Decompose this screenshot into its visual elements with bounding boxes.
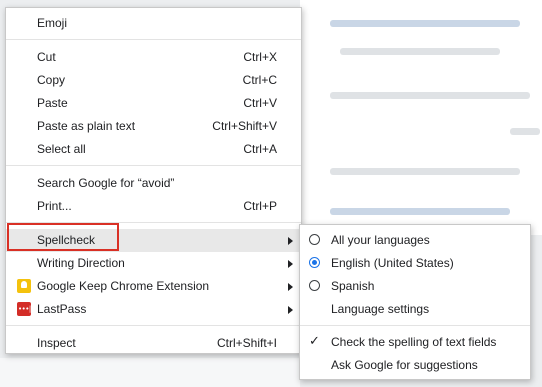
menu-item-paste-plain-text[interactable]: Paste as plain text Ctrl+Shift+V	[6, 115, 301, 138]
checkmark-icon: ✓	[309, 334, 320, 349]
menu-item-label: Google Keep Chrome Extension	[37, 279, 210, 293]
menu-item-label: Writing Direction	[37, 256, 125, 270]
menu-item-label: Check the spelling of text fields	[331, 335, 497, 349]
menu-item-shortcut: Ctrl+X	[243, 50, 277, 64]
submenu-item-language-settings[interactable]: Language settings	[300, 298, 530, 321]
submenu-arrow-icon	[288, 306, 293, 314]
background-text-line	[330, 168, 520, 175]
menu-separator	[6, 39, 301, 40]
background-text-line	[330, 20, 520, 27]
menu-item-label: Copy	[37, 73, 66, 87]
menu-item-inspect[interactable]: Inspect Ctrl+Shift+I	[6, 332, 301, 355]
spellcheck-submenu: All your languages English (United State…	[299, 224, 531, 380]
menu-item-label: Select all	[37, 142, 86, 156]
submenu-arrow-icon	[288, 260, 293, 268]
menu-item-paste[interactable]: Paste Ctrl+V	[6, 92, 301, 115]
menu-item-label: English (United States)	[331, 256, 454, 270]
menu-item-shortcut: Ctrl+Shift+V	[212, 119, 277, 133]
menu-separator	[6, 325, 301, 326]
menu-item-shortcut: Ctrl+P	[243, 199, 277, 213]
menu-item-label: Print...	[37, 199, 72, 213]
menu-separator	[300, 325, 530, 326]
spellcheck-highlight-box	[7, 223, 119, 251]
menu-item-shortcut: Ctrl+C	[242, 73, 277, 87]
context-menu: Emoji Cut Ctrl+X Copy Ctrl+C Paste Ctrl+…	[5, 7, 302, 354]
google-keep-icon	[17, 279, 31, 293]
menu-item-lastpass[interactable]: •••| LastPass	[6, 298, 301, 321]
submenu-item-check-spelling[interactable]: ✓ Check the spelling of text fields	[300, 331, 530, 354]
background-text-line	[330, 92, 530, 99]
radio-selected-icon	[309, 257, 320, 268]
menu-item-label: All your languages	[331, 233, 430, 247]
lastpass-icon: •••|	[17, 302, 31, 316]
menu-item-print[interactable]: Print... Ctrl+P	[6, 195, 301, 218]
menu-item-label: Paste as plain text	[37, 119, 136, 133]
radio-unselected-icon	[309, 234, 320, 245]
menu-item-shortcut: Ctrl+Shift+I	[216, 336, 277, 350]
menu-item-shortcut: Ctrl+V	[243, 96, 277, 110]
radio-unselected-icon	[309, 280, 320, 291]
menu-item-label: Paste	[37, 96, 68, 110]
background-text-line	[340, 48, 500, 55]
menu-item-label: Emoji	[37, 16, 68, 30]
menu-item-google-keep[interactable]: Google Keep Chrome Extension	[6, 275, 301, 298]
submenu-item-spanish[interactable]: Spanish	[300, 275, 530, 298]
menu-item-shortcut: Ctrl+A	[243, 142, 277, 156]
menu-item-copy[interactable]: Copy Ctrl+C	[6, 69, 301, 92]
submenu-item-english-us[interactable]: English (United States)	[300, 252, 530, 275]
menu-item-cut[interactable]: Cut Ctrl+X	[6, 46, 301, 69]
menu-item-label: Spanish	[331, 279, 375, 293]
menu-item-label: Inspect	[37, 336, 76, 350]
submenu-arrow-icon	[288, 283, 293, 291]
menu-item-writing-direction[interactable]: Writing Direction	[6, 252, 301, 275]
menu-separator	[6, 165, 301, 166]
menu-item-emoji[interactable]: Emoji	[6, 12, 301, 35]
menu-item-search-google[interactable]: Search Google for “avoid”	[6, 172, 301, 195]
submenu-item-ask-google[interactable]: Ask Google for suggestions	[300, 354, 530, 377]
submenu-item-all-languages[interactable]: All your languages	[300, 229, 530, 252]
menu-item-label: Search Google for “avoid”	[37, 176, 175, 190]
menu-item-label: Cut	[37, 50, 56, 64]
background-panel	[300, 0, 542, 235]
background-footer	[0, 358, 300, 387]
menu-item-label: Language settings	[331, 302, 430, 316]
background-text-line	[510, 128, 540, 135]
background-text-line	[330, 208, 510, 215]
menu-item-label: Ask Google for suggestions	[331, 358, 478, 372]
submenu-arrow-icon	[288, 237, 293, 245]
menu-item-label: LastPass	[37, 302, 87, 316]
menu-item-select-all[interactable]: Select all Ctrl+A	[6, 138, 301, 161]
